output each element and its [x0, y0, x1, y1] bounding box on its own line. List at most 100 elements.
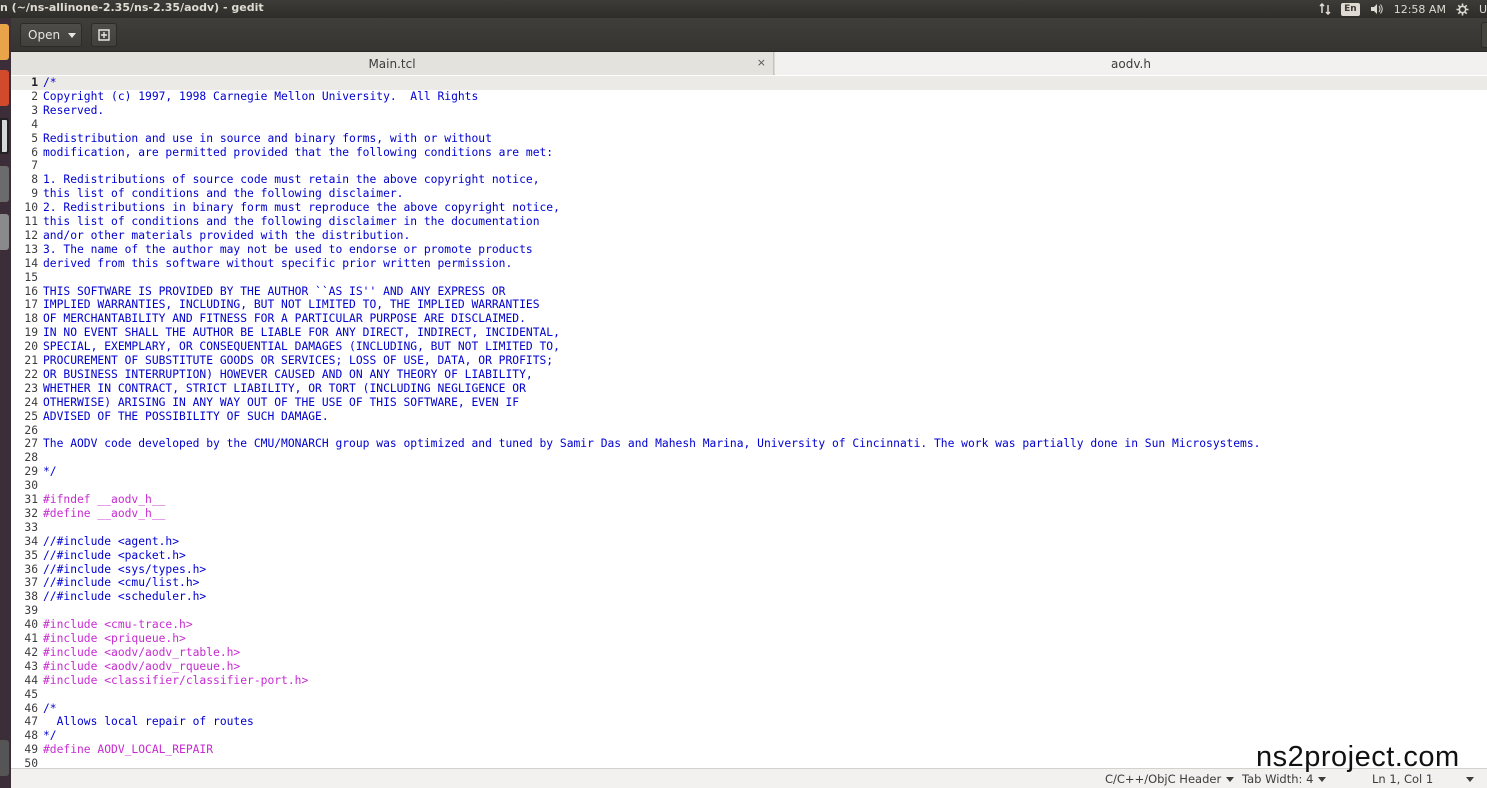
- code-line[interactable]: 26: [11, 424, 1487, 438]
- code-line[interactable]: 20 SPECIAL, EXEMPLARY, OR CONSEQUENTIAL D…: [11, 340, 1487, 354]
- user-menu[interactable]: U: [1479, 3, 1487, 16]
- open-button[interactable]: Open: [20, 23, 82, 47]
- code-line[interactable]: 11 this list of conditions and the follow…: [11, 215, 1487, 229]
- code-line[interactable]: 41 #include <priqueue.h>: [11, 632, 1487, 646]
- line-number: 19: [24, 326, 38, 340]
- line-number: 23: [24, 381, 38, 395]
- code-text: modification, are permitted provided tha…: [43, 145, 554, 159]
- code-line[interactable]: 31 #ifndef __aodv_h__: [11, 493, 1487, 507]
- volume-icon[interactable]: [1370, 3, 1384, 15]
- line-number: 34: [24, 534, 38, 548]
- code-line[interactable]: 4: [11, 118, 1487, 132]
- code-line[interactable]: 7: [11, 159, 1487, 173]
- code-line[interactable]: 22 OR BUSINESS INTERRUPTION) HOWEVER CAUS…: [11, 368, 1487, 382]
- language-selector[interactable]: C/C++/ObjC Header: [1105, 772, 1235, 786]
- code-line[interactable]: 29 */: [11, 465, 1487, 479]
- tab-width-selector[interactable]: Tab Width: 4: [1242, 772, 1327, 786]
- line-number: 22: [24, 367, 38, 381]
- code-line[interactable]: 39: [11, 604, 1487, 618]
- insert-mode-selector[interactable]: [1461, 772, 1474, 786]
- new-document-button[interactable]: [91, 23, 117, 47]
- line-number: 9: [31, 187, 38, 201]
- code-text: WHETHER IN CONTRACT, STRICT LIABILITY, O…: [43, 381, 526, 395]
- launcher-files-icon[interactable]: [0, 70, 9, 106]
- code-line[interactable]: 13 3. The name of the author may not be u…: [11, 243, 1487, 257]
- line-number: 40: [24, 618, 38, 632]
- code-line[interactable]: 19 IN NO EVENT SHALL THE AUTHOR BE LIABLE…: [11, 326, 1487, 340]
- line-number: 29: [24, 465, 38, 479]
- clock[interactable]: 12:58 AM: [1394, 3, 1446, 16]
- chevron-down-icon: [1226, 777, 1235, 782]
- code-text: Copyright (c) 1997, 1998 Carnegie Mellon…: [43, 89, 479, 103]
- code-line[interactable]: 38 //#include <scheduler.h>: [11, 590, 1487, 604]
- keyboard-layout-indicator[interactable]: En: [1341, 2, 1360, 16]
- tab-label: aodv.h: [1111, 56, 1151, 71]
- tab-bar: Main.tcl × aodv.h: [11, 52, 1487, 75]
- code-line[interactable]: 27 The AODV code developed by the CMU/MON…: [11, 437, 1487, 451]
- code-line[interactable]: 14 derived from this software without spe…: [11, 257, 1487, 271]
- code-line[interactable]: 24 OTHERWISE) ARISING IN ANY WAY OUT OF T…: [11, 396, 1487, 410]
- line-number: 24: [24, 395, 38, 409]
- code-text: IN NO EVENT SHALL THE AUTHOR BE LIABLE F…: [43, 326, 560, 340]
- line-number: 15: [24, 270, 38, 284]
- tab-main-tcl[interactable]: Main.tcl ×: [11, 52, 774, 75]
- toolbar-menu-button[interactable]: [1481, 22, 1487, 48]
- network-icon[interactable]: [1319, 3, 1331, 15]
- gear-icon[interactable]: [1456, 3, 1469, 16]
- code-line[interactable]: 16 THIS SOFTWARE IS PROVIDED BY THE AUTHO…: [11, 285, 1487, 299]
- code-line[interactable]: 42 #include <aodv/aodv_rtable.h>: [11, 646, 1487, 660]
- code-text: this list of conditions and the followin…: [43, 215, 540, 228]
- code-line[interactable]: 32 #define __aodv_h__: [11, 507, 1487, 521]
- line-number: 10: [24, 201, 38, 215]
- cursor-position[interactable]: Ln 1, Col 1: [1372, 772, 1433, 786]
- tab-aodv-h[interactable]: aodv.h: [775, 52, 1487, 75]
- code-line[interactable]: 15: [11, 271, 1487, 285]
- line-number: 3: [31, 103, 38, 117]
- code-line[interactable]: 3 Reserved.: [11, 104, 1487, 118]
- code-line[interactable]: 34 //#include <agent.h>: [11, 535, 1487, 549]
- code-line[interactable]: 5 Redistribution and use in source and bi…: [11, 132, 1487, 146]
- code-line[interactable]: 25 ADVISED OF THE POSSIBILITY OF SUCH DAM…: [11, 410, 1487, 424]
- code-text: derived from this software without speci…: [43, 256, 513, 270]
- code-line[interactable]: 21 PROCUREMENT OF SUBSTITUTE GOODS OR SER…: [11, 354, 1487, 368]
- close-icon[interactable]: ×: [757, 56, 766, 69]
- code-line[interactable]: 46 /*: [11, 702, 1487, 716]
- text-editor[interactable]: 1 /* 2 Copyright (c) 1997, 1998 Carnegie Me…: [11, 75, 1487, 768]
- code-line[interactable]: 33: [11, 521, 1487, 535]
- line-number: 27: [24, 437, 38, 451]
- code-line[interactable]: 17 IMPLIED WARRANTIES, INCLUDING, BUT NOT…: [11, 298, 1487, 312]
- code-line[interactable]: 12 and/or other materials provided with t…: [11, 229, 1487, 243]
- code-line[interactable]: 36 //#include <sys/types.h>: [11, 563, 1487, 577]
- code-text: //#include <packet.h>: [43, 548, 186, 562]
- code-line[interactable]: 47 Allows local repair of routes: [11, 715, 1487, 729]
- code-line[interactable]: 44 #include <classifier/classifier-port.h…: [11, 674, 1487, 688]
- code-line[interactable]: 40 #include <cmu-trace.h>: [11, 618, 1487, 632]
- code-text: #include <aodv/aodv_rqueue.h>: [43, 659, 241, 673]
- code-line[interactable]: 37 //#include <cmu/list.h>: [11, 576, 1487, 590]
- code-line[interactable]: 10 2. Redistributions in binary form must…: [11, 201, 1487, 215]
- code-line[interactable]: 6 modification, are permitted provided th…: [11, 146, 1487, 160]
- launcher-gedit-icon[interactable]: [0, 166, 9, 202]
- code-line[interactable]: 9 this list of conditions and the followi…: [11, 187, 1487, 201]
- code-line[interactable]: 43 #include <aodv/aodv_rqueue.h>: [11, 660, 1487, 674]
- line-number: 2: [31, 89, 38, 103]
- line-number: 12: [24, 228, 38, 242]
- code-line[interactable]: 35 //#include <packet.h>: [11, 549, 1487, 563]
- launcher-trash-icon[interactable]: [0, 740, 9, 776]
- code-line[interactable]: 30: [11, 479, 1487, 493]
- code-text: Redistribution and use in source and bin…: [43, 131, 492, 145]
- code-line[interactable]: 23 WHETHER IN CONTRACT, STRICT LIABILITY,…: [11, 382, 1487, 396]
- code-line[interactable]: 2 Copyright (c) 1997, 1998 Carnegie Mello…: [11, 90, 1487, 104]
- code-text: SPECIAL, EXEMPLARY, OR CONSEQUENTIAL DAM…: [43, 340, 560, 354]
- line-number: 48: [24, 729, 38, 743]
- code-line[interactable]: 1 /*: [11, 76, 1487, 90]
- line-number: 21: [24, 354, 38, 367]
- launcher-dash-icon[interactable]: [0, 24, 9, 60]
- code-line[interactable]: 45: [11, 688, 1487, 702]
- code-line[interactable]: 18 OF MERCHANTABILITY AND FITNESS FOR A P…: [11, 312, 1487, 326]
- launcher-settings-icon[interactable]: [0, 214, 9, 250]
- code-text: #include <priqueue.h>: [43, 632, 186, 645]
- code-line[interactable]: 8 1. Redistributions of source code must …: [11, 173, 1487, 187]
- launcher-terminal-icon[interactable]: [0, 118, 9, 154]
- code-line[interactable]: 28: [11, 451, 1487, 465]
